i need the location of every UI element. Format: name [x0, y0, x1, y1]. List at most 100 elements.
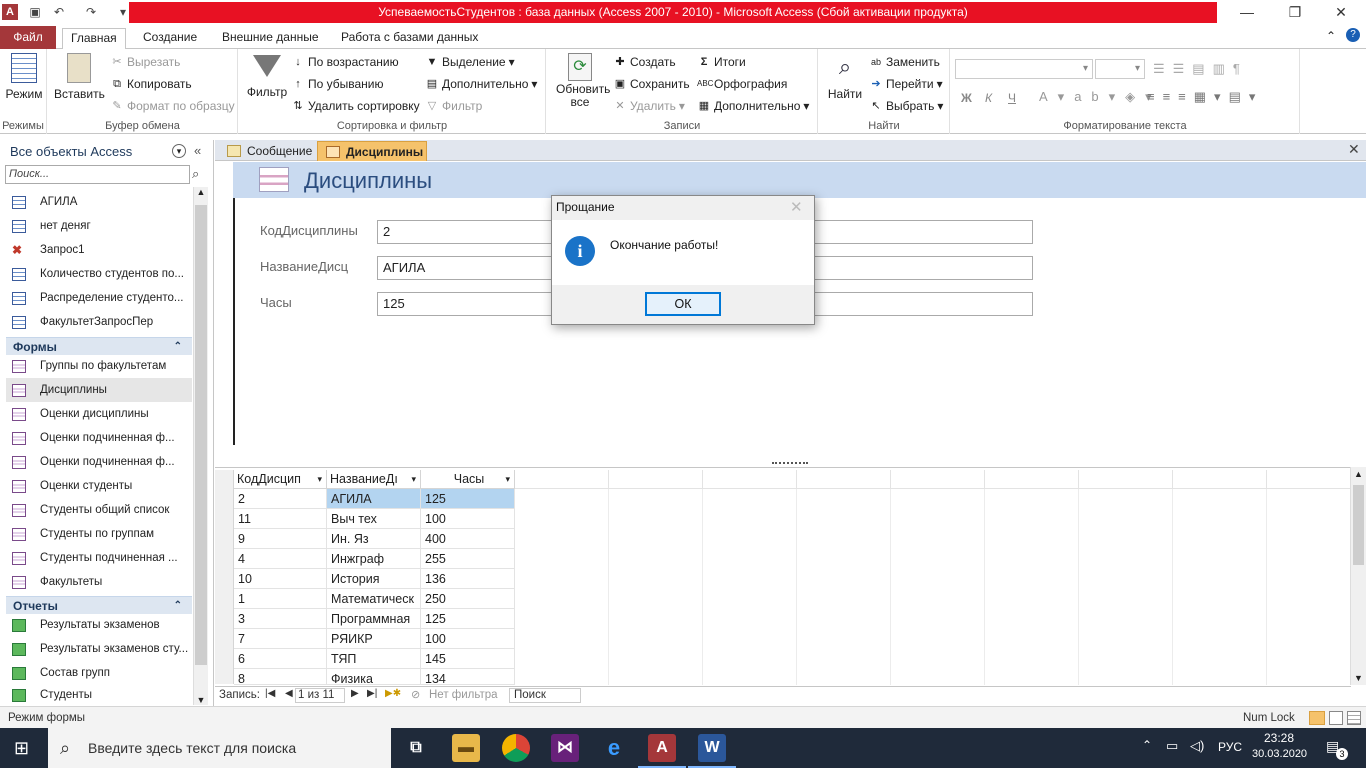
selection-button[interactable]: ▼ Выделение ▾	[425, 55, 515, 69]
table-cell[interactable]: Выч тех	[327, 509, 421, 529]
scroll-down-icon[interactable]: ▼	[1351, 673, 1366, 683]
scroll-down-icon[interactable]: ▼	[194, 695, 208, 705]
column-header-name[interactable]: НазваниеДı ▾	[327, 470, 421, 489]
nav-section-reports[interactable]: Отчеты ⌃	[6, 596, 192, 614]
table-cell[interactable]: 10	[234, 569, 327, 589]
record-selector-column[interactable]	[215, 470, 234, 684]
undo-icon[interactable]: ↶	[51, 4, 67, 20]
sort-dropdown-icon[interactable]: ▾	[505, 470, 510, 489]
column-header-id[interactable]: КодДисцип ▾	[234, 470, 327, 489]
nav-report-item[interactable]: Студенты	[12, 685, 190, 705]
table-cell[interactable]: Ин. Яз	[327, 529, 421, 549]
layout-view-icon[interactable]	[1329, 711, 1343, 725]
table-cell[interactable]: История	[327, 569, 421, 589]
table-cell[interactable]: 6	[234, 649, 327, 669]
nav-scrollbar[interactable]: ▲ ▼	[193, 187, 208, 705]
refresh-all-button[interactable]: ⟳ Обновить все	[551, 53, 610, 109]
table-cell[interactable]: 100	[421, 509, 515, 529]
delete-record-button[interactable]: ✕ Удалить ▾	[613, 99, 684, 113]
nav-form-item[interactable]: Оценки подчиненная ф...	[12, 426, 190, 450]
find-button[interactable]: ⌕ Найти	[823, 53, 867, 101]
table-cell[interactable]: 4	[234, 549, 327, 569]
nav-pane-header[interactable]: Все объекты Access	[4, 141, 190, 163]
scroll-thumb[interactable]	[1353, 485, 1364, 565]
nav-form-item[interactable]: Оценки дисциплины	[12, 402, 190, 426]
bold-button[interactable]: Ж	[961, 91, 972, 105]
italic-button[interactable]: К	[985, 91, 992, 105]
datasheet-scrollbar[interactable]: ▲ ▼	[1350, 467, 1366, 685]
table-cell[interactable]: 125	[421, 609, 515, 629]
first-record-icon[interactable]: |◀	[265, 688, 275, 699]
sort-dropdown-icon[interactable]: ▾	[411, 470, 416, 489]
format-painter-button[interactable]: ✎ Формат по образцу	[110, 99, 234, 113]
table-cell[interactable]: ТЯП	[327, 649, 421, 669]
cut-button[interactable]: ✂ Вырезать	[110, 55, 180, 69]
align-icons[interactable]: ≡≡≡▦▾▤▾	[1147, 89, 1263, 105]
nav-form-item[interactable]: Студенты по группам	[12, 522, 190, 546]
nav-form-item[interactable]: Дисциплины	[6, 378, 192, 402]
table-cell[interactable]: РЯИКР	[327, 629, 421, 649]
table-cell[interactable]: 8	[234, 669, 327, 685]
totals-button[interactable]: Σ Итоги	[697, 55, 746, 69]
next-record-icon[interactable]: ▶	[351, 688, 359, 699]
maximize-button[interactable]: ❐	[1272, 0, 1318, 25]
task-view-icon[interactable]: ⧉	[402, 734, 430, 762]
nav-query-item[interactable]: Распределение студенто...	[12, 286, 190, 310]
network-icon[interactable]: ▭	[1166, 738, 1178, 754]
underline-button[interactable]: Ч	[1008, 91, 1016, 105]
doc-tab-disciplines[interactable]: Дисциплины	[317, 141, 427, 161]
edge-icon[interactable]: e	[600, 734, 628, 762]
sort-ascending-button[interactable]: ↓ По возрастанию	[291, 55, 398, 69]
scroll-thumb[interactable]	[195, 205, 207, 665]
toggle-filter-button[interactable]: ▽ Фильтр	[425, 99, 483, 113]
new-record-button[interactable]: ✚ Создать	[613, 55, 675, 69]
windows-start-icon[interactable]: ⊞	[14, 738, 34, 758]
tab-database-tools[interactable]: Работа с базами данных	[333, 28, 486, 49]
table-cell[interactable]: 11	[234, 509, 327, 529]
nav-query-item[interactable]: ✖ Запрос1	[12, 238, 190, 262]
clock-time[interactable]: 23:28	[1252, 731, 1306, 745]
nav-section-forms[interactable]: Формы ⌃	[6, 337, 192, 355]
sort-dropdown-icon[interactable]: ▾	[317, 470, 322, 489]
table-cell[interactable]: 3	[234, 609, 327, 629]
filter-button[interactable]: Фильтр	[243, 53, 291, 99]
clock-date[interactable]: 30.03.2020	[1252, 748, 1307, 760]
font-color-icons[interactable]: A▾ab▾◈▾	[1039, 89, 1162, 105]
nav-query-item[interactable]: ФакультетЗапросПер	[12, 310, 190, 334]
save-record-button[interactable]: ▣ Сохранить	[613, 77, 690, 91]
last-record-icon[interactable]: ▶|	[367, 688, 377, 699]
nav-dropdown-icon[interactable]: ▾	[172, 144, 186, 158]
minimize-button[interactable]: —	[1224, 0, 1270, 25]
table-cell[interactable]: 1	[234, 589, 327, 609]
table-cell[interactable]: 7	[234, 629, 327, 649]
goto-button[interactable]: ➔ Перейти ▾	[869, 77, 942, 91]
nav-form-item[interactable]: Группы по факультетам	[12, 354, 190, 378]
design-view-icon[interactable]	[1347, 711, 1361, 725]
column-header-hours[interactable]: Часы ▾	[421, 470, 515, 489]
table-cell[interactable]: 2	[234, 489, 327, 509]
dialog-close-icon[interactable]: ✕	[790, 198, 803, 216]
word-icon[interactable]: W	[698, 734, 726, 762]
tab-file[interactable]: Файл	[0, 26, 56, 49]
close-document-icon[interactable]: ✕	[1348, 141, 1360, 158]
nav-form-item[interactable]: Студенты подчиненная ...	[12, 546, 190, 570]
select-button[interactable]: ↖ Выбрать ▾	[869, 99, 943, 113]
spelling-button[interactable]: ABC Орфография	[697, 77, 787, 91]
nav-form-item[interactable]: Студенты общий список	[12, 498, 190, 522]
nav-report-item[interactable]: Состав групп	[12, 661, 190, 685]
table-cell[interactable]: 145	[421, 649, 515, 669]
language-indicator[interactable]: РУС	[1218, 740, 1242, 754]
table-cell[interactable]: 100	[421, 629, 515, 649]
scroll-up-icon[interactable]: ▲	[194, 187, 208, 197]
scroll-up-icon[interactable]: ▲	[1351, 469, 1366, 479]
file-explorer-icon[interactable]: ▬	[452, 734, 480, 762]
more-records-button[interactable]: ▦ Дополнительно ▾	[697, 99, 810, 113]
table-cell[interactable]: 134	[421, 669, 515, 685]
chrome-icon[interactable]	[502, 734, 530, 762]
visual-studio-icon[interactable]: ⋈	[551, 734, 579, 762]
nav-query-item[interactable]: Количество студентов по...	[12, 262, 190, 286]
nav-form-item[interactable]: Оценки студенты	[12, 474, 190, 498]
filter-status-button[interactable]: Нет фильтра	[429, 689, 498, 701]
table-cell[interactable]: Математическ	[327, 589, 421, 609]
prev-record-icon[interactable]: ◀	[285, 688, 293, 699]
